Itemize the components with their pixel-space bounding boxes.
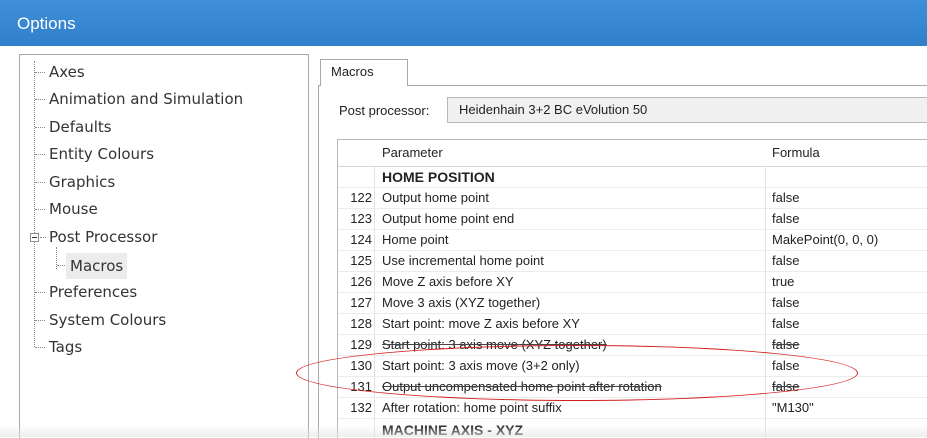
row-number: 122	[350, 190, 372, 205]
tree-item-label: Macros	[66, 253, 128, 279]
parameter-cell: Output home point	[382, 190, 489, 205]
formula-cell[interactable]: true	[772, 272, 794, 292]
tree-item-label: Axes	[49, 63, 85, 81]
grid-header: Parameter Formula	[338, 140, 927, 167]
tree-item-label: Tags	[49, 338, 83, 356]
tree-item-axes[interactable]: Axes	[20, 60, 306, 84]
section-title: HOME POSITION	[382, 169, 495, 185]
tree-item-defaults[interactable]: Defaults	[20, 115, 306, 139]
parameter-cell: Home point	[382, 232, 449, 247]
tree-item-preferences[interactable]: Preferences	[20, 280, 306, 304]
formula-cell[interactable]: false	[772, 293, 799, 313]
row-number: 125	[350, 253, 372, 268]
formula-cell[interactable]: MakePoint(0, 0, 0)	[772, 230, 878, 250]
table-row[interactable]: 127 Move 3 axis (XYZ together) false	[338, 293, 927, 314]
collapse-icon[interactable]	[30, 233, 39, 242]
grid-section-row: HOME POSITION	[338, 167, 927, 188]
title-bar[interactable]: Options	[0, 0, 927, 46]
tree-item-label: Preferences	[49, 283, 138, 301]
parameter-cell: Use incremental home point	[382, 253, 544, 268]
table-row[interactable]: 126 Move Z axis before XY true	[338, 272, 927, 293]
parameter-cell: Start point: move Z axis before XY	[382, 316, 580, 331]
tab-strip: Macros	[318, 59, 927, 86]
tree-item-graphics[interactable]: Graphics	[20, 170, 306, 194]
row-number: 126	[350, 274, 372, 289]
tree-item-animation-and-simulation[interactable]: Animation and Simulation	[20, 87, 306, 111]
post-processor-select[interactable]: Heidenhain 3+2 BC eVolution 50	[447, 97, 927, 123]
post-processor-label: Post processor:	[339, 103, 430, 118]
tree-item-label: Graphics	[49, 173, 116, 191]
table-row[interactable]: 124 Home point MakePoint(0, 0, 0)	[338, 230, 927, 251]
formula-cell[interactable]: false	[772, 209, 799, 229]
tree-item-label: Post Processor	[49, 228, 158, 246]
tree-item-label: Defaults	[49, 118, 112, 136]
tree-item-macros[interactable]: Macros	[20, 253, 306, 279]
tree-item-label: Animation and Simulation	[49, 90, 244, 108]
tree-item-post-processor[interactable]: Post Processor	[20, 225, 306, 249]
column-header-formula[interactable]: Formula	[772, 140, 820, 166]
table-row[interactable]: 123 Output home point end false	[338, 209, 927, 230]
table-row[interactable]: 128 Start point: move Z axis before XY f…	[338, 314, 927, 335]
row-number: 127	[350, 295, 372, 310]
tree-item-system-colours[interactable]: System Colours	[20, 308, 306, 332]
row-number: 124	[350, 232, 372, 247]
tree-item-tags[interactable]: Tags	[20, 335, 306, 359]
tree-item-mouse[interactable]: Mouse	[20, 197, 306, 221]
tree-item-label: Entity Colours	[49, 145, 155, 163]
parameter-cell: Output home point end	[382, 211, 515, 226]
formula-cell[interactable]: false	[772, 188, 799, 208]
table-row[interactable]: 125 Use incremental home point false	[338, 251, 927, 272]
parameter-cell: After rotation: home point suffix	[382, 400, 562, 415]
tree-item-label: System Colours	[49, 311, 167, 329]
window-title: Options	[17, 14, 76, 33]
column-header-parameter[interactable]: Parameter	[382, 140, 443, 166]
bottom-fade	[0, 425, 927, 437]
tab-macros[interactable]: Macros	[320, 59, 408, 86]
highlight-ellipse	[296, 345, 858, 401]
formula-cell[interactable]: false	[772, 251, 799, 271]
table-row[interactable]: 132 After rotation: home point suffix "M…	[338, 398, 927, 419]
row-number: 132	[350, 400, 372, 415]
parameter-cell: Move Z axis before XY	[382, 274, 514, 289]
row-number: 129	[350, 337, 372, 352]
formula-cell[interactable]: false	[772, 314, 799, 334]
parameter-cell: Move 3 axis (XYZ together)	[382, 295, 541, 310]
formula-cell[interactable]: false	[772, 335, 799, 355]
options-tree[interactable]: Axes Animation and Simulation Defaults E…	[19, 54, 309, 438]
row-number: 123	[350, 211, 372, 226]
tree-item-entity-colours[interactable]: Entity Colours	[20, 142, 306, 166]
tree-item-label: Mouse	[49, 200, 98, 218]
formula-cell[interactable]: "M130"	[772, 398, 814, 418]
table-row[interactable]: 122 Output home point false	[338, 188, 927, 209]
row-number: 128	[350, 316, 372, 331]
